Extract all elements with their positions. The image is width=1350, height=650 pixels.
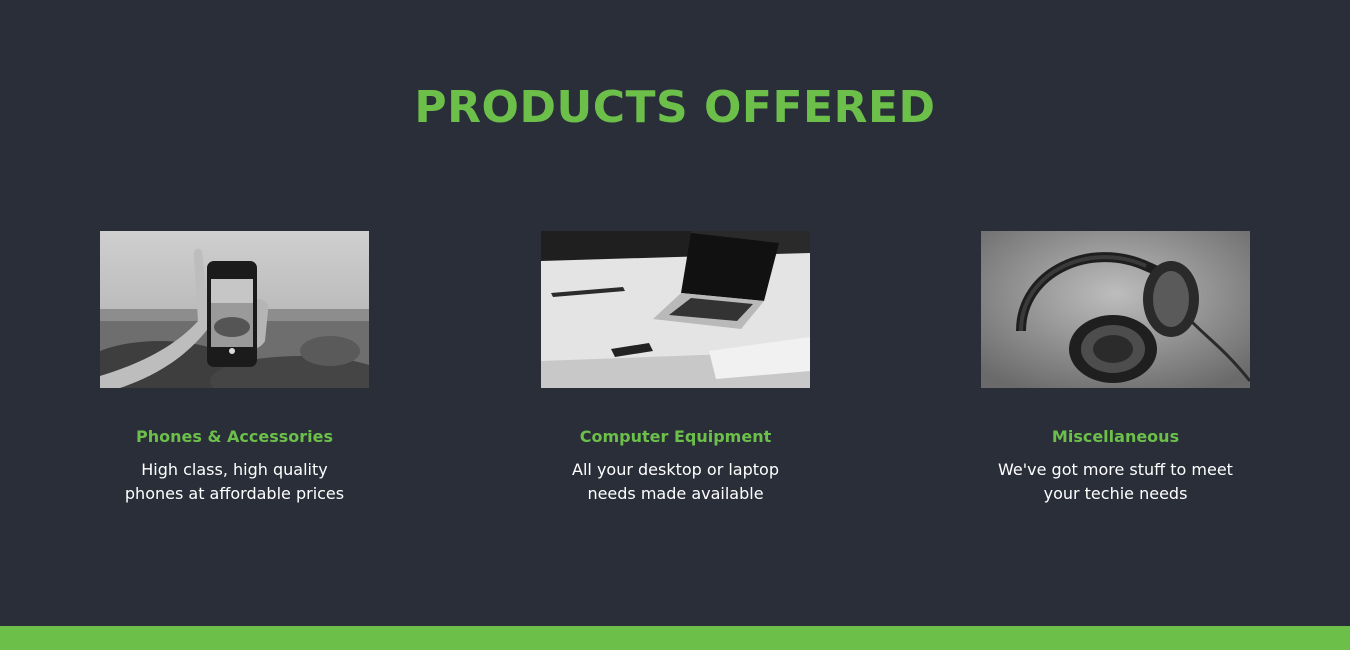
product-card-phones: Phones & Accessories High class, high qu…	[100, 231, 369, 506]
product-description: All your desktop or laptop needs made av…	[572, 460, 779, 503]
product-card-computers: Computer Equipment All your desktop or l…	[541, 231, 810, 506]
product-description: We've got more stuff to meet your techie…	[998, 460, 1233, 503]
laptop-on-desk-photo	[541, 231, 810, 388]
products-section: PRODUCTS OFFERED Phones & Accessories Hi…	[0, 0, 1350, 626]
product-name: Computer Equipment	[579, 427, 772, 446]
product-name: Miscellaneous	[1051, 427, 1180, 446]
product-card-miscellaneous: Miscellaneous We've got more stuff to me…	[981, 231, 1250, 506]
headphones-photo	[981, 231, 1250, 388]
product-name: Phones & Accessories	[136, 427, 333, 446]
product-description: High class, high quality phones at affor…	[124, 460, 345, 503]
phone-in-hand-photo	[100, 231, 369, 388]
footer-accent-bar	[0, 626, 1350, 650]
section-title: PRODUCTS OFFERED	[414, 82, 936, 133]
